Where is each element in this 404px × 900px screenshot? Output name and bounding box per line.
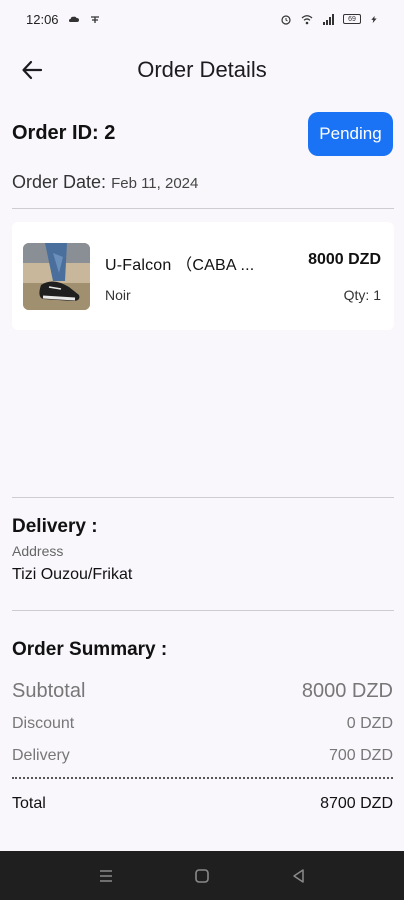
wifi-icon	[301, 14, 313, 24]
back-triangle-icon[interactable]	[290, 867, 308, 885]
address-label: Address	[12, 543, 64, 559]
subtotal-row: Subtotal 8000 DZD	[12, 680, 393, 703]
subtotal-value: 8000 DZD	[301, 680, 393, 702]
discount-row: Discount 0 DZD	[12, 715, 393, 733]
discount-label: Discount	[12, 715, 75, 732]
home-square-icon[interactable]	[193, 867, 211, 885]
delivery-fee-row: Delivery 700 DZD	[12, 747, 393, 765]
total-label: Total	[12, 795, 46, 812]
divider	[12, 208, 394, 209]
address-value: Tizi Ouzou/Frikat	[12, 566, 133, 583]
product-variant: Noir	[105, 287, 131, 303]
menu-icon[interactable]	[97, 867, 115, 885]
delivery-fee-label: Delivery	[12, 747, 70, 764]
product-price: 8000 DZD	[308, 251, 381, 268]
app-bar: Order Details	[0, 44, 404, 96]
status-left: 12:06	[26, 12, 101, 27]
page-title: Order Details	[137, 57, 267, 82]
order-date: Order Date: Feb 11, 2024	[12, 172, 198, 193]
dotted-divider	[12, 777, 393, 779]
order-id: Order ID: 2	[12, 122, 116, 144]
cloud-icon	[68, 16, 79, 22]
product-quantity: Qty: 1	[343, 287, 381, 303]
charging-icon	[371, 15, 377, 23]
order-date-value: Feb 11, 2024	[111, 175, 199, 192]
status-right: 69	[280, 13, 378, 25]
divider	[12, 497, 394, 498]
signal-icon	[323, 13, 334, 25]
product-name: U-Falcon （CABA ...	[105, 257, 255, 274]
discount-value: 0 DZD	[346, 715, 393, 732]
status-bar: 12:06 69	[0, 0, 404, 38]
total-row: Total 8700 DZD	[12, 795, 393, 813]
alarm-icon	[281, 14, 291, 25]
order-item-card[interactable]: U-Falcon （CABA ... 8000 DZD Noir Qty: 1	[12, 222, 394, 330]
divider	[12, 610, 394, 611]
product-image	[23, 243, 90, 310]
delivery-fee-value: 700 DZD	[328, 747, 393, 764]
status-badge[interactable]: Pending	[308, 112, 393, 156]
subtotal-label: Subtotal	[12, 680, 86, 702]
delivery-title: Delivery :	[12, 516, 98, 537]
clock-time: 12:06	[26, 11, 59, 27]
order-summary-title: Order Summary :	[12, 639, 168, 660]
emoji-icon	[90, 15, 99, 23]
system-nav-bar	[0, 851, 404, 900]
battery-icon: 69	[343, 14, 361, 24]
order-date-label: Order Date:	[12, 172, 107, 192]
total-value: 8700 DZD	[320, 795, 393, 812]
